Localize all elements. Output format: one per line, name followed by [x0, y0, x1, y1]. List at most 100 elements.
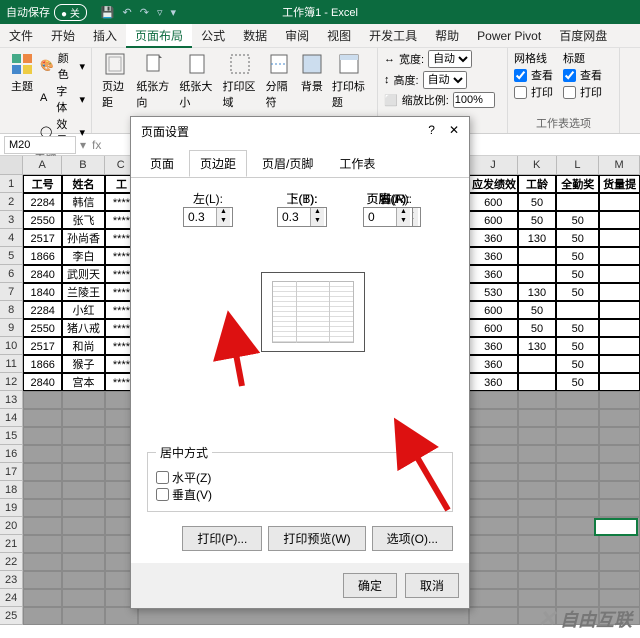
- menu-插入[interactable]: 插入: [84, 24, 126, 48]
- cell[interactable]: 2284: [23, 301, 62, 319]
- autosave-toggle[interactable]: ● 关: [54, 4, 87, 21]
- left-margin-spinner[interactable]: ▲▼: [183, 207, 233, 227]
- cell[interactable]: [599, 211, 640, 229]
- menu-公式[interactable]: 公式: [192, 24, 234, 48]
- footer-margin-spinner[interactable]: ▲▼: [363, 207, 413, 227]
- cell[interactable]: [469, 409, 518, 427]
- cell[interactable]: [556, 301, 599, 319]
- cell[interactable]: [23, 409, 62, 427]
- gridlines-view-checkbox[interactable]: 查看: [514, 67, 553, 83]
- dialog-tab-0[interactable]: 页面: [139, 150, 185, 177]
- headings-print-checkbox[interactable]: 打印: [563, 84, 602, 100]
- save-icon[interactable]: 💾: [101, 6, 115, 19]
- cell[interactable]: [556, 463, 599, 481]
- cell[interactable]: [62, 409, 105, 427]
- row-header[interactable]: 24: [0, 589, 23, 607]
- cell[interactable]: 50: [518, 301, 557, 319]
- cell[interactable]: [23, 589, 62, 607]
- menu-数据[interactable]: 数据: [234, 24, 276, 48]
- print-button[interactable]: 打印(P)...: [182, 526, 262, 551]
- ok-button[interactable]: 确定: [343, 573, 397, 598]
- cell[interactable]: 全勤奖: [556, 175, 599, 193]
- headings-view-checkbox[interactable]: 查看: [563, 67, 602, 83]
- col-header-M[interactable]: M: [599, 156, 640, 174]
- cell[interactable]: 小红: [62, 301, 105, 319]
- cell[interactable]: 1866: [23, 247, 62, 265]
- cell[interactable]: 50: [556, 265, 599, 283]
- breaks-button[interactable]: 分隔符: [262, 50, 296, 112]
- row-header[interactable]: 6: [0, 265, 23, 283]
- center-vertical-checkbox[interactable]: 垂直(V): [156, 486, 444, 503]
- undo-icon[interactable]: ↶: [123, 6, 132, 19]
- cell[interactable]: 50: [556, 229, 599, 247]
- cell[interactable]: 和尚: [62, 337, 105, 355]
- cell[interactable]: 韩信: [62, 193, 105, 211]
- cell[interactable]: [469, 445, 518, 463]
- orientation-button[interactable]: 纸张方向: [132, 50, 175, 112]
- row-header[interactable]: 8: [0, 301, 23, 319]
- cell[interactable]: [23, 499, 62, 517]
- cell[interactable]: 猪八戒: [62, 319, 105, 337]
- cell[interactable]: [518, 571, 557, 589]
- cell[interactable]: [599, 283, 640, 301]
- cell[interactable]: 2284: [23, 193, 62, 211]
- cell[interactable]: [599, 391, 640, 409]
- cell[interactable]: 50: [556, 283, 599, 301]
- cell[interactable]: 360: [469, 337, 518, 355]
- cell[interactable]: [556, 571, 599, 589]
- cell[interactable]: [518, 553, 557, 571]
- cell[interactable]: [518, 517, 557, 535]
- cell[interactable]: 130: [518, 283, 557, 301]
- cell[interactable]: [62, 391, 105, 409]
- cell[interactable]: [518, 499, 557, 517]
- cell[interactable]: 2517: [23, 337, 62, 355]
- cell[interactable]: [518, 427, 557, 445]
- cell[interactable]: [23, 445, 62, 463]
- menu-文件[interactable]: 文件: [0, 24, 42, 48]
- cell[interactable]: [556, 481, 599, 499]
- scale-ratio[interactable]: ⬜缩放比例:: [384, 92, 495, 108]
- cell[interactable]: 130: [518, 229, 557, 247]
- cell[interactable]: [469, 553, 518, 571]
- cell[interactable]: [469, 589, 518, 607]
- cell[interactable]: [23, 553, 62, 571]
- cell[interactable]: 工龄: [518, 175, 557, 193]
- cell[interactable]: [518, 247, 557, 265]
- cell[interactable]: [469, 463, 518, 481]
- cell[interactable]: 360: [469, 247, 518, 265]
- dialog-tab-1[interactable]: 页边距: [189, 150, 247, 177]
- cell[interactable]: [469, 571, 518, 589]
- cell[interactable]: 武则天: [62, 265, 105, 283]
- row-header[interactable]: 5: [0, 247, 23, 265]
- colors-button[interactable]: 🎨颜色▾: [40, 50, 85, 82]
- select-all-triangle[interactable]: [0, 156, 23, 174]
- bottom-margin-spinner[interactable]: ▲▼: [277, 207, 327, 227]
- cell[interactable]: 130: [518, 337, 557, 355]
- row-header[interactable]: 23: [0, 571, 23, 589]
- cell[interactable]: [62, 445, 105, 463]
- cell[interactable]: [469, 481, 518, 499]
- cell[interactable]: [23, 517, 62, 535]
- cell[interactable]: 600: [469, 301, 518, 319]
- cell[interactable]: 50: [518, 211, 557, 229]
- cell[interactable]: [23, 427, 62, 445]
- cell[interactable]: [23, 481, 62, 499]
- cell[interactable]: 兰陵王: [62, 283, 105, 301]
- row-header[interactable]: 13: [0, 391, 23, 409]
- row-header[interactable]: 10: [0, 337, 23, 355]
- cell[interactable]: [518, 589, 557, 607]
- name-box[interactable]: [4, 136, 76, 154]
- cell[interactable]: [518, 535, 557, 553]
- cell[interactable]: 360: [469, 229, 518, 247]
- cell[interactable]: 张飞: [62, 211, 105, 229]
- cell[interactable]: [518, 373, 557, 391]
- row-header[interactable]: 14: [0, 409, 23, 427]
- col-header-A[interactable]: A: [23, 156, 62, 174]
- cell[interactable]: 600: [469, 193, 518, 211]
- margins-button[interactable]: 页边距: [98, 50, 132, 112]
- cell[interactable]: 工号: [23, 175, 62, 193]
- cell[interactable]: [556, 517, 599, 535]
- cell[interactable]: [62, 607, 105, 625]
- menu-审阅[interactable]: 审阅: [276, 24, 318, 48]
- menu-开发工具[interactable]: 开发工具: [360, 24, 426, 48]
